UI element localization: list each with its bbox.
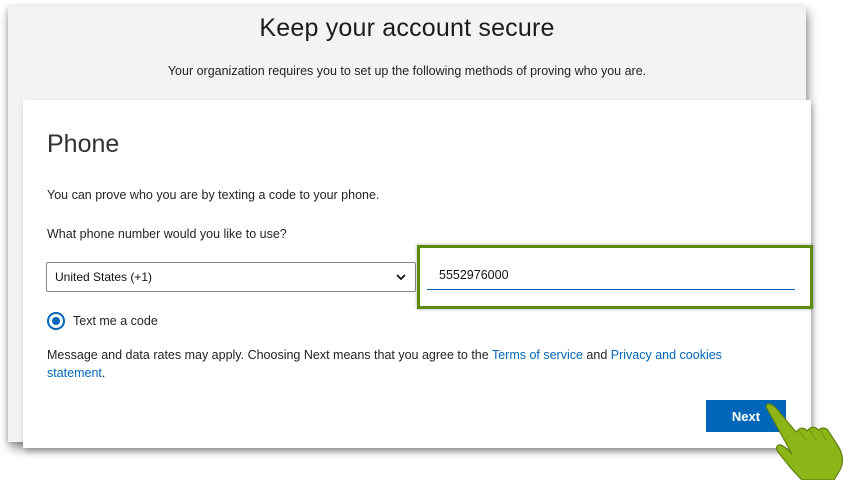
page-title: Keep your account secure <box>259 14 555 42</box>
radio-selected-dot <box>52 317 60 325</box>
country-code-value: United States (+1) <box>55 270 153 284</box>
page-subtitle: Your organization requires you to set up… <box>167 64 647 78</box>
disclaimer-middle: and <box>582 348 611 362</box>
terms-of-service-link[interactable]: Terms of service <box>492 348 583 362</box>
radio-button[interactable] <box>47 312 65 330</box>
text-me-code-option[interactable]: Text me a code <box>47 312 158 330</box>
setup-panel: Keep your account secure Your organizati… <box>8 6 813 448</box>
phone-number-value: 5552976000 <box>439 267 509 282</box>
radio-label: Text me a code <box>73 314 158 328</box>
phone-method-card: Phone You can prove who you are by texti… <box>23 100 813 448</box>
chevron-down-icon <box>395 271 407 283</box>
intro-text: You can prove who you are by texting a c… <box>47 188 380 202</box>
phone-number-input[interactable]: 5552976000 <box>427 260 795 290</box>
country-code-select[interactable]: United States (+1) <box>46 262 416 292</box>
method-heading: Phone <box>47 130 120 158</box>
disclaimer-suffix: . <box>101 366 106 380</box>
disclaimer-prefix: Message and data rates may apply. Choosi… <box>47 348 492 362</box>
phone-question: What phone number would you like to use? <box>47 227 287 241</box>
hand-pointer-icon <box>762 402 848 480</box>
screenshot-stage: Keep your account secure Your organizati… <box>0 0 848 480</box>
disclaimer-text: Message and data rates may apply. Choosi… <box>47 346 767 382</box>
